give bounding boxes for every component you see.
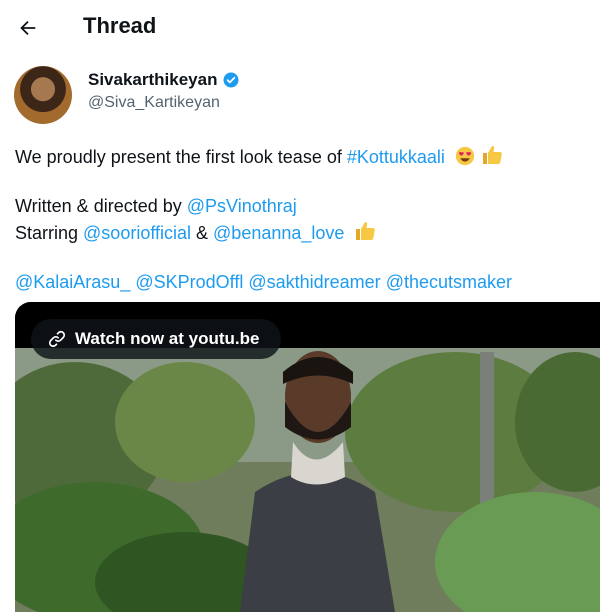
author-name[interactable]: Sivakarthikeyan — [88, 70, 217, 90]
watch-now-link[interactable]: Watch now at youtu.be — [31, 319, 282, 359]
hashtag-link[interactable]: #Kottukkaali — [347, 147, 445, 167]
mention-link[interactable]: @SKProdOffl — [135, 272, 243, 292]
author-handle[interactable]: @Siva_Kartikeyan — [88, 94, 220, 112]
back-button[interactable] — [12, 12, 44, 44]
video-card[interactable]: Watch now at youtu.be — [15, 302, 600, 612]
mention-link[interactable]: @sakthidreamer — [248, 272, 380, 292]
mention-link[interactable]: @sooriofficial — [83, 223, 191, 243]
link-icon — [48, 330, 66, 348]
watch-now-label: Watch now at youtu.be — [75, 329, 260, 348]
mention-link[interactable]: @thecutsmaker — [386, 272, 512, 292]
thumbs-up-emoji-icon — [356, 222, 376, 240]
tweet-line-1: We proudly present the first look tease … — [15, 143, 590, 170]
tweet-text-segment: & — [191, 223, 214, 243]
arrow-left-icon — [20, 20, 36, 36]
mention-link[interactable]: @benanna_love — [213, 223, 344, 243]
author-name-row[interactable]: Sivakarthikeyan — [88, 70, 240, 90]
tweet-text-segment: We proudly present the first look tease … — [15, 147, 347, 167]
heart-eyes-emoji-icon — [455, 146, 475, 166]
tweet-line-3: Starring @sooriofficial & @benanna_love — [15, 219, 590, 246]
tweet-text-segment: Written & directed by — [15, 196, 187, 216]
verified-badge-icon — [223, 72, 239, 88]
avatar[interactable] — [14, 66, 72, 124]
tweet-line-4: @KalaiArasu_ @SKProdOffl @sakthidreamer … — [15, 270, 590, 295]
tweet-line-2: Written & directed by @PsVinothraj — [15, 194, 590, 219]
tweet-text-segment: Starring — [15, 223, 84, 243]
thread-header: Thread — [0, 0, 600, 56]
mention-link[interactable]: @PsVinothraj — [187, 196, 297, 216]
mention-link[interactable]: @KalaiArasu_ — [15, 272, 130, 292]
page-title: Thread — [83, 13, 157, 38]
tweet-text: We proudly present the first look tease … — [15, 143, 590, 295]
thumbs-up-emoji-icon — [482, 146, 502, 164]
